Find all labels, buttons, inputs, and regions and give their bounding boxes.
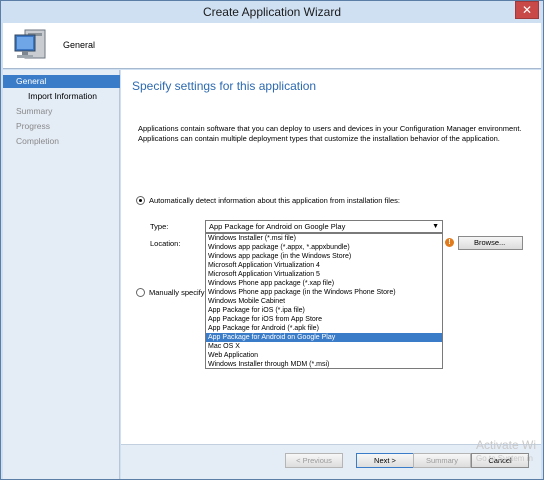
chevron-down-icon[interactable]: ▼ bbox=[432, 221, 439, 232]
activation-watermark-line-2: Go to System in bbox=[476, 454, 533, 463]
type-option[interactable]: Windows Installer through MDM (*.msi) bbox=[206, 360, 442, 369]
type-option[interactable]: Windows Phone app package (in the Window… bbox=[206, 288, 442, 297]
type-option[interactable]: Windows app package (in the Windows Stor… bbox=[206, 252, 442, 261]
next-button[interactable]: Next > bbox=[356, 453, 414, 468]
browse-button[interactable]: Browse... bbox=[458, 236, 523, 250]
manual-specify-label[interactable]: Manually specify t bbox=[149, 288, 209, 297]
sidebar-item-general[interactable]: General bbox=[3, 75, 120, 88]
type-dropdown-list[interactable]: Windows Installer (*.msi file) Windows ap… bbox=[205, 233, 443, 369]
type-option[interactable]: Windows Mobile Cabinet bbox=[206, 297, 442, 306]
summary-button[interactable]: Summary bbox=[413, 453, 471, 468]
window-title: Create Application Wizard bbox=[202, 5, 342, 19]
sidebar-item-progress: Progress bbox=[16, 121, 51, 131]
type-option[interactable]: Mac OS X bbox=[206, 342, 442, 351]
type-select-value: App Package for Android on Google Play bbox=[209, 222, 346, 231]
wizard-sidebar: General Import Information Summary Progr… bbox=[3, 70, 120, 479]
type-option[interactable]: Microsoft Application Virtualization 5 bbox=[206, 270, 442, 279]
description-line-2: Applications can contain multiple deploy… bbox=[138, 134, 500, 143]
wizard-header: General bbox=[3, 23, 541, 69]
auto-detect-radio[interactable] bbox=[136, 196, 145, 205]
warning-icon: ! bbox=[445, 238, 454, 247]
sidebar-item-summary: Summary bbox=[16, 106, 53, 116]
type-option[interactable]: Microsoft Application Virtualization 4 bbox=[206, 261, 442, 270]
type-option[interactable]: App Package for iOS from App Store bbox=[206, 315, 442, 324]
wizard-content: Specify settings for this application Ap… bbox=[121, 70, 541, 444]
type-option[interactable]: App Package for iOS (*.ipa file) bbox=[206, 306, 442, 315]
close-button[interactable]: ✕ bbox=[515, 1, 539, 19]
type-select[interactable]: App Package for Android on Google Play ▼ bbox=[205, 220, 443, 233]
type-option[interactable]: App Package for Android (*.apk file) bbox=[206, 324, 442, 333]
title-bar[interactable]: Create Application Wizard ✕ bbox=[1, 1, 543, 23]
type-option[interactable]: Windows app package (*.appx, *.appxbundl… bbox=[206, 243, 442, 252]
type-label: Type: bbox=[150, 222, 169, 231]
type-option[interactable]: Windows Phone app package (*.xap file) bbox=[206, 279, 442, 288]
header-page-name: General bbox=[63, 40, 96, 50]
page-title: Specify settings for this application bbox=[132, 79, 317, 93]
type-option[interactable]: App Package for Android on Google Play bbox=[206, 333, 442, 342]
type-option[interactable]: Windows Installer (*.msi file) bbox=[206, 234, 442, 243]
computer-icon bbox=[14, 29, 46, 59]
previous-button[interactable]: < Previous bbox=[285, 453, 343, 468]
location-label: Location: bbox=[150, 239, 181, 248]
manual-specify-radio[interactable] bbox=[136, 288, 145, 297]
wizard-window: Create Application Wizard ✕ General Gene… bbox=[0, 0, 544, 480]
description: Applications contain software that you c… bbox=[138, 124, 533, 144]
sidebar-item-completion: Completion bbox=[16, 136, 59, 146]
description-line-1: Applications contain software that you c… bbox=[138, 124, 522, 133]
auto-detect-label[interactable]: Automatically detect information about t… bbox=[149, 196, 400, 205]
activation-watermark-line-1: Activate Wi bbox=[476, 438, 537, 452]
type-option[interactable]: Web Application bbox=[206, 351, 442, 360]
sidebar-item-import-information[interactable]: Import Information bbox=[3, 90, 120, 103]
